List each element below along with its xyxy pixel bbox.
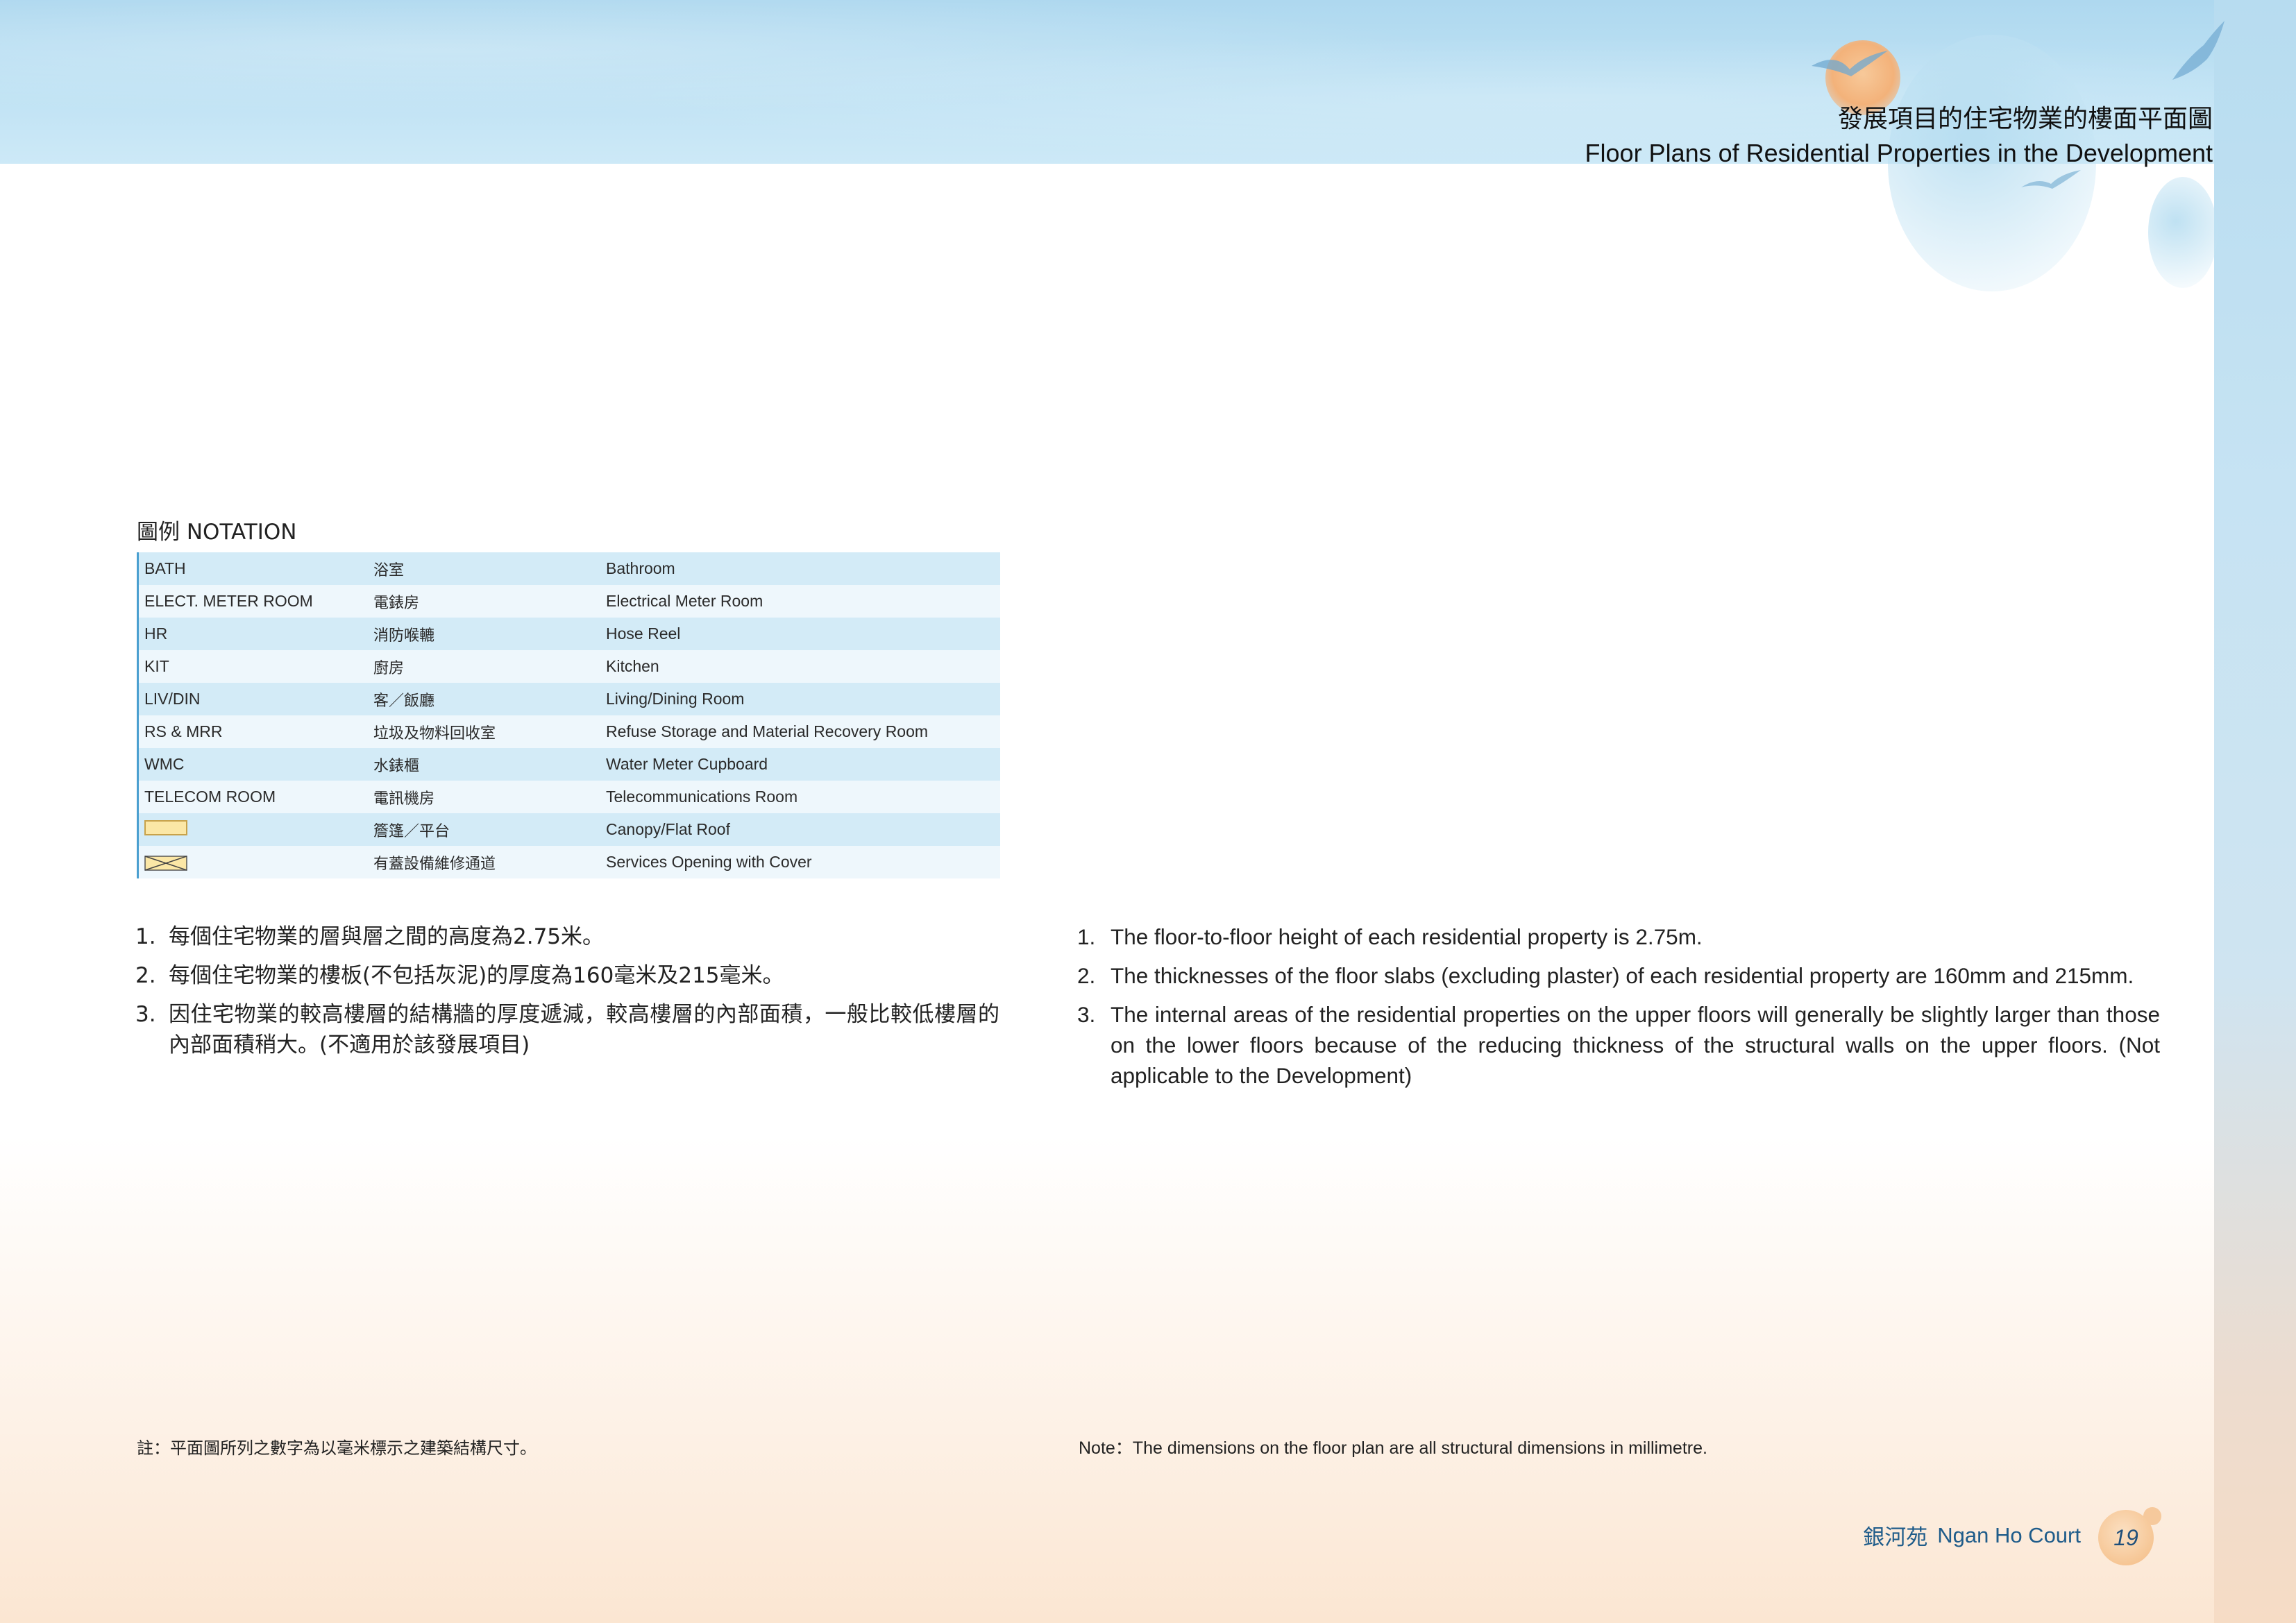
note-text: The thicknesses of the floor slabs (excl… bbox=[1111, 963, 2134, 988]
note-number: 1. bbox=[135, 924, 156, 949]
footnote-zh: 註：平面圖所列之數字為以毫米標示之建築結構尺寸。 bbox=[137, 1438, 537, 1458]
notation-abbr: RS & MRR bbox=[144, 722, 223, 740]
list-item: 3. 因住宅物業的較高樓層的結構牆的厚度遞減，較高樓層的內部面積，一般比較低樓層… bbox=[135, 999, 999, 1060]
notation-abbr: HR bbox=[144, 624, 168, 643]
notation-zh: 電訊機房 bbox=[373, 790, 435, 808]
table-row: 有蓋設備維修通道 Services Opening with Cover bbox=[139, 846, 1000, 878]
notation-abbr: KIT bbox=[144, 657, 169, 675]
note-text: The internal areas of the residential pr… bbox=[1111, 1002, 2160, 1088]
list-item: 1. The floor-to-floor height of each res… bbox=[1077, 921, 2160, 952]
notation-en: Refuse Storage and Material Recovery Roo… bbox=[606, 722, 929, 740]
note-text: 因住宅物業的較高樓層的結構牆的厚度遞減，較高樓層的內部面積，一般比較低樓層的內部… bbox=[169, 1002, 999, 1057]
notation-heading: 圖例 NOTATION bbox=[137, 520, 297, 545]
notation-symbol-cell bbox=[139, 853, 373, 872]
page-number: 19 bbox=[2098, 1510, 2154, 1565]
table-row: BATH 浴室 Bathroom bbox=[139, 552, 1000, 585]
table-row: HR 消防喉轆 Hose Reel bbox=[139, 618, 1000, 650]
note-number: 1. bbox=[1077, 924, 1096, 949]
table-row: RS & MRR 垃圾及物料回收室 Refuse Storage and Mat… bbox=[139, 715, 1000, 748]
notation-abbr: BATH bbox=[144, 559, 186, 577]
note-text: The floor-to-floor height of each reside… bbox=[1111, 924, 1703, 949]
notation-en: Hose Reel bbox=[606, 624, 681, 643]
services-opening-cover-icon bbox=[144, 856, 187, 871]
notation-zh: 浴室 bbox=[373, 561, 405, 579]
list-item: 3. The internal areas of the residential… bbox=[1077, 999, 2160, 1091]
page-footer: 銀河苑 Ngan Ho Court bbox=[1863, 1520, 2081, 1551]
notation-en: Bathroom bbox=[606, 559, 675, 577]
notation-zh: 水錶櫃 bbox=[373, 757, 420, 775]
note-text: 每個住宅物業的層與層之間的高度為2.75米。 bbox=[169, 924, 605, 949]
notation-abbr: ELECT. METER ROOM bbox=[144, 592, 313, 610]
notation-en: Water Meter Cupboard bbox=[606, 755, 768, 773]
development-name-en: Ngan Ho Court bbox=[1937, 1522, 2081, 1547]
canopy-flat-roof-icon bbox=[144, 819, 187, 835]
notation-abbr: LIV/DIN bbox=[144, 690, 201, 708]
bird-icon bbox=[1812, 51, 1888, 76]
notation-zh: 消防喉轆 bbox=[373, 627, 435, 645]
decorative-watercolor-circle-small bbox=[2148, 177, 2218, 288]
table-row: KIT 廚房 Kitchen bbox=[139, 650, 1000, 683]
notation-en: Living/Dining Room bbox=[606, 690, 745, 708]
table-row: 簷篷／平台 Canopy/Flat Roof bbox=[139, 813, 1000, 846]
notation-en: Electrical Meter Room bbox=[606, 592, 763, 610]
notation-zh: 客／飯廳 bbox=[373, 692, 435, 710]
notation-zh: 垃圾及物料回收室 bbox=[373, 724, 496, 742]
notation-zh: 廚房 bbox=[373, 659, 405, 677]
notation-zh: 有蓋設備維修通道 bbox=[373, 855, 496, 873]
table-row: LIV/DIN 客／飯廳 Living/Dining Room bbox=[139, 683, 1000, 715]
notation-symbol-cell bbox=[139, 819, 373, 840]
notation-table: BATH 浴室 Bathroom ELECT. METER ROOM 電錶房 E… bbox=[137, 552, 1000, 878]
table-row: WMC 水錶櫃 Water Meter Cupboard bbox=[139, 748, 1000, 781]
footnote-en: Note：The dimensions on the floor plan ar… bbox=[1079, 1438, 1707, 1458]
notation-abbr: WMC bbox=[144, 755, 185, 773]
table-row: ELECT. METER ROOM 電錶房 Electrical Meter R… bbox=[139, 585, 1000, 618]
note-number: 3. bbox=[1077, 1002, 1096, 1027]
list-item: 2. The thicknesses of the floor slabs (e… bbox=[1077, 960, 2160, 991]
development-name-zh: 銀河苑 bbox=[1863, 1525, 1928, 1550]
notation-en: Kitchen bbox=[606, 657, 659, 675]
page-title-zh: 發展項目的住宅物業的樓面平面圖 bbox=[1837, 105, 2213, 133]
note-text: 每個住宅物業的樓板(不包括灰泥)的厚度為160毫米及215毫米。 bbox=[169, 963, 784, 988]
notes-zh: 1. 每個住宅物業的層與層之間的高度為2.75米。 2. 每個住宅物業的樓板(不… bbox=[135, 921, 999, 1069]
notation-en: Canopy/Flat Roof bbox=[606, 820, 730, 838]
notation-en: Services Opening with Cover bbox=[606, 853, 812, 871]
page-title-en: Floor Plans of Residential Properties in… bbox=[1585, 139, 2213, 167]
list-item: 2. 每個住宅物業的樓板(不包括灰泥)的厚度為160毫米及215毫米。 bbox=[135, 960, 999, 991]
decorative-side-strip bbox=[2214, 0, 2296, 1623]
note-number: 3. bbox=[135, 1002, 156, 1027]
list-item: 1. 每個住宅物業的層與層之間的高度為2.75米。 bbox=[135, 921, 999, 952]
notes-en: 1. The floor-to-floor height of each res… bbox=[1077, 921, 2160, 1099]
note-number: 2. bbox=[1077, 963, 1096, 988]
table-row: TELECOM ROOM 電訊機房 Telecommunications Roo… bbox=[139, 781, 1000, 813]
page-header: 發展項目的住宅物業的樓面平面圖 Floor Plans of Residenti… bbox=[1585, 103, 2213, 171]
notation-zh: 電錶房 bbox=[373, 594, 420, 612]
notation-zh: 簷篷／平台 bbox=[373, 822, 450, 840]
bird-icon bbox=[2172, 21, 2225, 80]
notation-en: Telecommunications Room bbox=[606, 788, 798, 806]
bird-icon bbox=[2021, 170, 2081, 189]
note-number: 2. bbox=[135, 963, 156, 988]
notation-abbr: TELECOM ROOM bbox=[144, 788, 276, 806]
